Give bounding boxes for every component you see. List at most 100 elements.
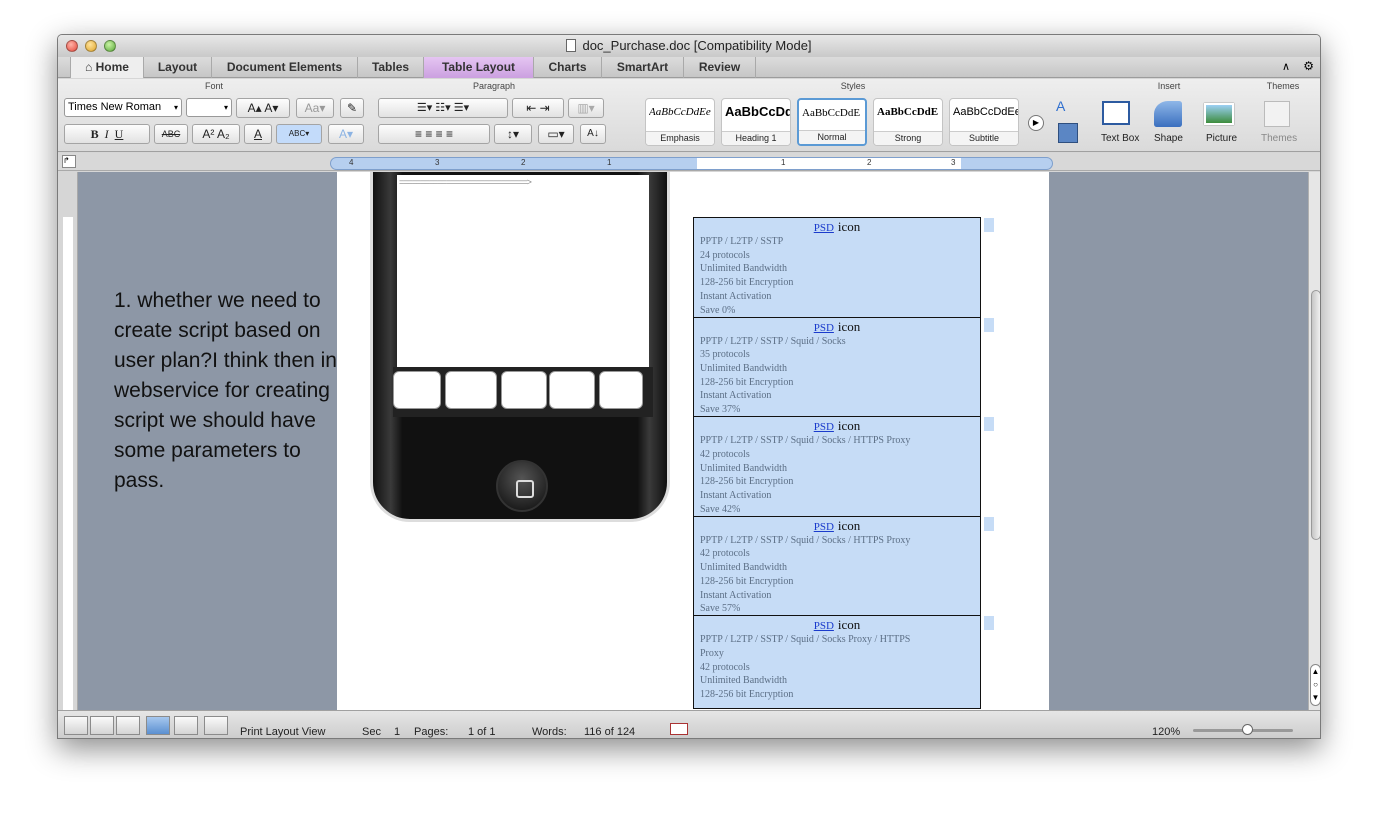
view-name: Print Layout View	[240, 726, 326, 738]
style-heading-1[interactable]: AaBbCcDd Heading 1	[721, 98, 791, 146]
picture-label[interactable]: Picture	[1206, 133, 1237, 144]
minimize-window-button[interactable]	[85, 40, 97, 52]
word-window: doc_Purchase.doc [Compatibility Mode] ⌂ …	[57, 34, 1321, 739]
ruler-number-3: 3	[435, 158, 440, 167]
plan-cell-4[interactable]: PSD icon PPTP / L2TP / SSTP / Squid / Soc…	[694, 516, 994, 617]
document-page[interactable]: ==============================> PSD icon …	[337, 172, 1049, 710]
ruler-number-1b: 1	[781, 158, 786, 167]
tab-home[interactable]: ⌂ Home	[70, 57, 144, 78]
notebook-view-button[interactable]	[174, 716, 198, 735]
words-label: Words:	[532, 726, 567, 738]
draft-view-button[interactable]	[64, 716, 88, 735]
plan-cell-1[interactable]: PSD icon PPTP / L2TP / SSTP 24 protocols Un…	[694, 218, 994, 318]
ruler-number-3b: 3	[951, 158, 956, 167]
words-value: 116 of 124	[584, 726, 636, 738]
sort-icon[interactable]: A↓	[580, 124, 606, 144]
vertical-ruler[interactable]	[58, 172, 78, 717]
paragraph-group-title: Paragraph	[472, 81, 516, 91]
style-subtitle[interactable]: AaBbCcDdEe Subtitle	[949, 98, 1019, 146]
title-bar: doc_Purchase.doc [Compatibility Mode]	[58, 35, 1320, 57]
collapse-ribbon-icon[interactable]: ∧	[1282, 60, 1290, 73]
themes-icon[interactable]	[1264, 101, 1290, 127]
ruler-bar: ↱ 4 3 2 1 1 2 3	[58, 153, 1320, 171]
outline-view-button[interactable]	[90, 716, 114, 735]
alignment-buttons[interactable]: ≡ ≡ ≡ ≡	[378, 124, 490, 144]
shape-icon[interactable]	[1154, 101, 1182, 127]
vertical-scrollbar[interactable]: ▲ ○ ▼	[1308, 172, 1320, 710]
gear-icon[interactable]: ⚙	[1303, 59, 1314, 73]
text-styles-icon[interactable]: A	[1056, 98, 1082, 120]
document-workspace: 1. whether we need to create script base…	[78, 172, 1308, 710]
phone-mockup-image: ==============================>	[370, 172, 670, 522]
bold-italic-underline-buttons[interactable]: B I U	[64, 124, 150, 144]
ruler-number-2: 2	[521, 158, 526, 167]
style-pane-icon[interactable]	[1058, 123, 1078, 143]
grow-shrink-font-button[interactable]: A▴ A▾	[236, 98, 290, 118]
font-name-select[interactable]: Times New Roman ▾	[64, 98, 182, 117]
section-label: Sec	[362, 726, 381, 738]
pages-value: 1 of 1	[468, 726, 496, 738]
strikethrough-button[interactable]: ABC	[154, 124, 188, 144]
zoom-window-button[interactable]	[104, 40, 116, 52]
tab-table-layout[interactable]: Table Layout	[424, 57, 534, 78]
superscript-subscript-buttons[interactable]: A² A₂	[192, 124, 240, 144]
tab-review[interactable]: Review	[684, 57, 756, 78]
ruler-number-1: 1	[607, 158, 612, 167]
print-layout-view-button[interactable]	[146, 716, 170, 735]
highlight-button[interactable]: ABC▾	[276, 124, 322, 144]
status-bar: Print Layout View Sec 1 Pages: 1 of 1 Wo…	[58, 710, 1320, 738]
tab-document-elements[interactable]: Document Elements	[212, 57, 358, 78]
picture-icon[interactable]	[1204, 103, 1234, 125]
plan-cell-2[interactable]: PSD icon PPTP / L2TP / SSTP / Squid / Soc…	[694, 317, 994, 418]
text-box-icon[interactable]	[1102, 101, 1130, 125]
phone-tab-buttons	[393, 367, 653, 417]
ribbon-tab-bar: ⌂ Home Layout Document Elements Tables T…	[58, 57, 1320, 78]
ruler-number-2b: 2	[867, 158, 872, 167]
tab-smartart[interactable]: SmartArt	[602, 57, 684, 78]
font-group-title: Font	[204, 81, 223, 91]
line-spacing-button[interactable]: ↕▾	[494, 124, 532, 144]
section-value: 1	[394, 726, 401, 738]
indent-buttons[interactable]: ⇤ ⇥	[512, 98, 564, 118]
zoom-value: 120%	[1152, 726, 1181, 738]
chevron-down-icon: ▾	[223, 103, 228, 112]
tab-charts[interactable]: Charts	[534, 57, 602, 78]
columns-button[interactable]: ▥▾	[568, 98, 604, 118]
plan-cell-5[interactable]: PSD icon PPTP / L2TP / SSTP / Squid / Soc…	[694, 616, 994, 709]
proofing-error-icon[interactable]	[670, 723, 688, 735]
home-icon: ⌂	[85, 60, 96, 74]
window-title: doc_Purchase.doc [Compatibility Mode]	[582, 38, 812, 53]
close-window-button[interactable]	[66, 40, 78, 52]
comment-text: 1. whether we need to create script base…	[114, 289, 337, 492]
plan-cell-3[interactable]: PSD icon PPTP / L2TP / SSTP / Squid / Soc…	[694, 417, 994, 517]
borders-button[interactable]: ▭▾	[538, 124, 574, 144]
text-box-label[interactable]: Text Box	[1101, 133, 1139, 144]
chevron-down-icon: ▾	[173, 103, 178, 112]
style-strong[interactable]: AaBbCcDdE Strong	[873, 98, 943, 146]
font-size-select[interactable]: ▾	[186, 98, 232, 117]
tab-tables[interactable]: Tables	[358, 57, 424, 78]
phone-home-button	[496, 460, 548, 512]
focus-view-button[interactable]	[204, 716, 228, 735]
zoom-slider-knob[interactable]	[1242, 724, 1253, 735]
tab-layout[interactable]: Layout	[144, 57, 212, 78]
list-buttons[interactable]: ☰▾ ☷▾ ☰▾	[378, 98, 508, 118]
publishing-view-button[interactable]	[116, 716, 140, 735]
plans-table[interactable]: PSD icon PPTP / L2TP / SSTP 24 protocols Un…	[693, 217, 994, 710]
ribbon: Font Times New Roman ▾ ▾ A▴ A▾ Aa▾ ✎ B I …	[58, 79, 1320, 152]
horizontal-ruler[interactable]: 4 3 2 1 1 2 3	[330, 157, 1053, 170]
style-emphasis[interactable]: AaBbCcDdEe Emphasis	[645, 98, 715, 146]
style-normal[interactable]: AaBbCcDdE Normal	[797, 98, 867, 146]
insert-group-title: Insert	[1157, 81, 1181, 91]
text-effects-button[interactable]: A▾	[328, 124, 364, 144]
font-color-button[interactable]: A	[244, 124, 272, 144]
scroll-thumb[interactable]	[1311, 290, 1320, 540]
tab-stop-icon[interactable]: ↱	[62, 155, 76, 168]
clear-format-icon[interactable]: ✎	[340, 98, 364, 118]
arrow-text: ==============================>	[399, 177, 532, 187]
styles-next-icon[interactable]: ▶	[1028, 115, 1044, 131]
themes-label[interactable]: Themes	[1261, 133, 1297, 144]
browse-object-icon[interactable]: ▲ ○ ▼	[1310, 664, 1320, 706]
shape-label[interactable]: Shape	[1154, 133, 1183, 144]
change-case-button[interactable]: Aa▾	[296, 98, 334, 118]
